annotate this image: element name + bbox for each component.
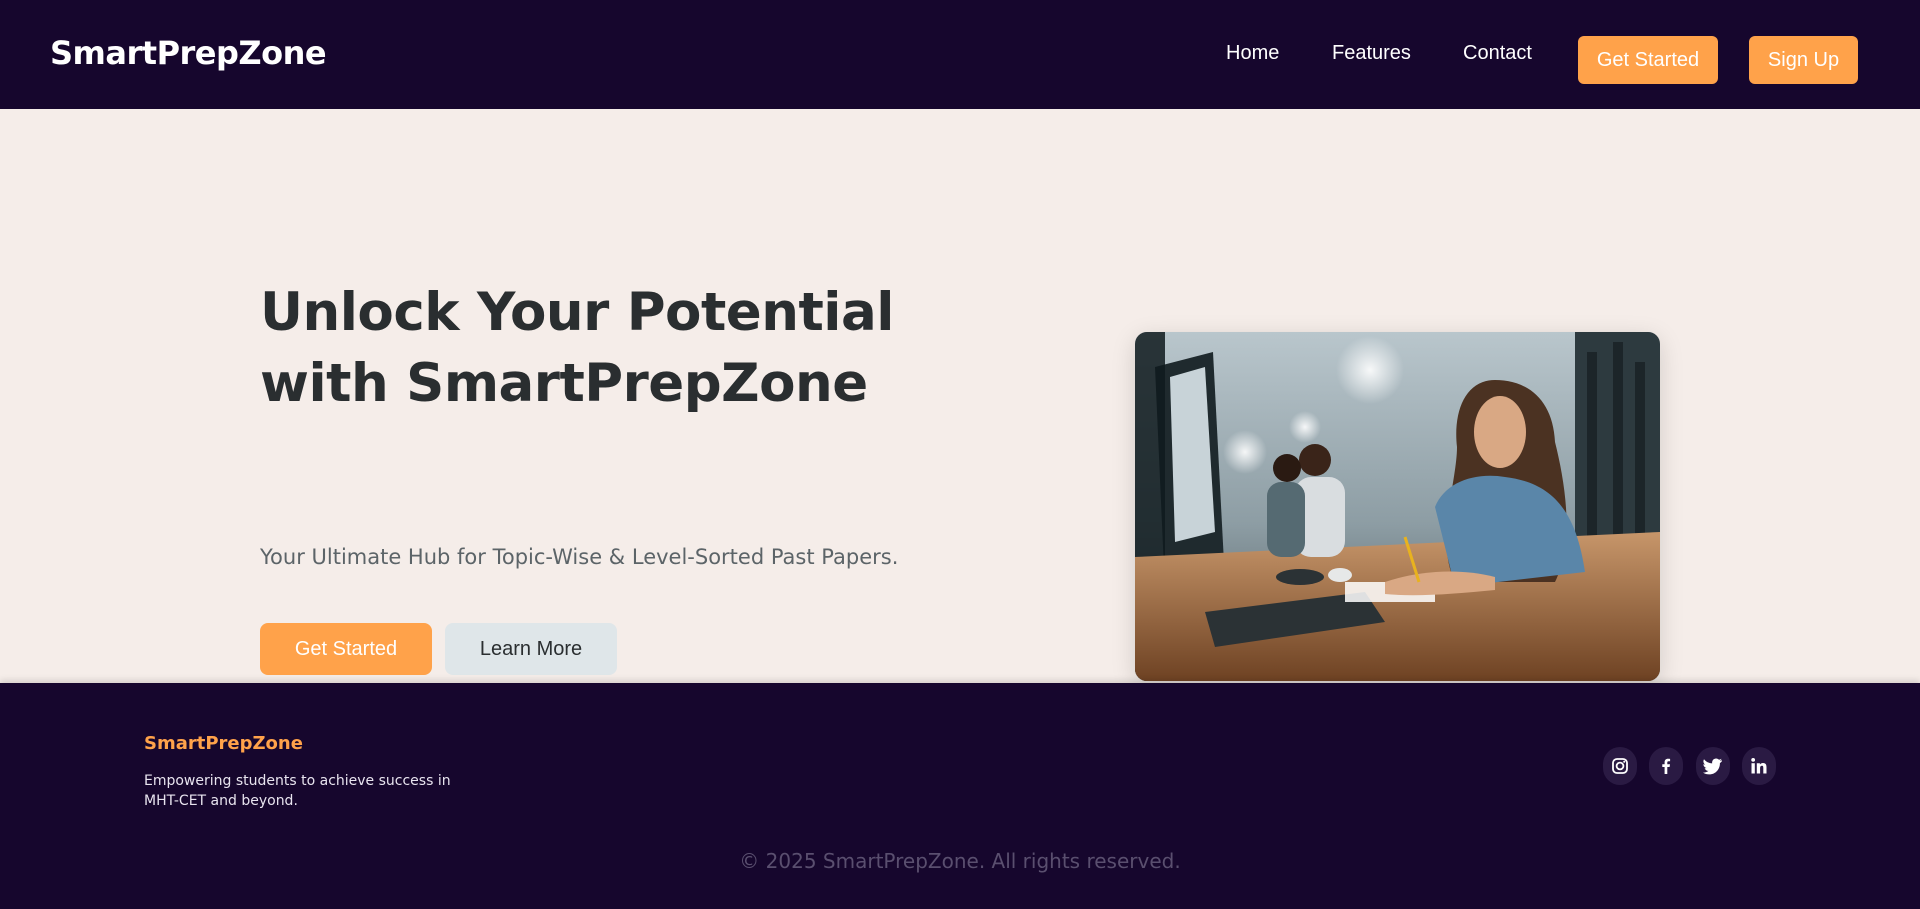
hero-subtitle: Your Ultimate Hub for Topic-Wise & Level… <box>260 545 899 569</box>
students-studying-photo <box>1135 332 1660 681</box>
hero-students-image <box>1135 332 1660 681</box>
nav-get-started-button[interactable]: Get Started <box>1578 36 1718 84</box>
footer-brand: SmartPrepZone <box>144 733 303 754</box>
hero-get-started-button[interactable]: Get Started <box>260 623 432 675</box>
linkedin-icon[interactable] <box>1742 747 1776 785</box>
facebook-icon[interactable] <box>1649 747 1683 785</box>
nav-link-features[interactable]: Features <box>1332 42 1411 65</box>
nav-link-home[interactable]: Home <box>1226 42 1279 65</box>
instagram-icon[interactable] <box>1603 747 1637 785</box>
twitter-icon[interactable] <box>1696 747 1730 785</box>
top-navbar: SmartPrepZone Home Features Contact Get … <box>0 0 1920 109</box>
copyright-text: © 2025 SmartPrepZone. All rights reserve… <box>739 849 1181 873</box>
hero-learn-more-button[interactable]: Learn More <box>445 623 617 675</box>
nav-sign-up-button[interactable]: Sign Up <box>1749 36 1858 84</box>
site-footer: SmartPrepZone Empowering students to ach… <box>0 683 1920 909</box>
nav-link-contact[interactable]: Contact <box>1463 42 1532 65</box>
hero-title: Unlock Your Potential with SmartPrepZone <box>260 282 894 414</box>
footer-tagline: Empowering students to achieve success i… <box>144 773 451 809</box>
brand-logo[interactable]: SmartPrepZone <box>50 34 327 72</box>
